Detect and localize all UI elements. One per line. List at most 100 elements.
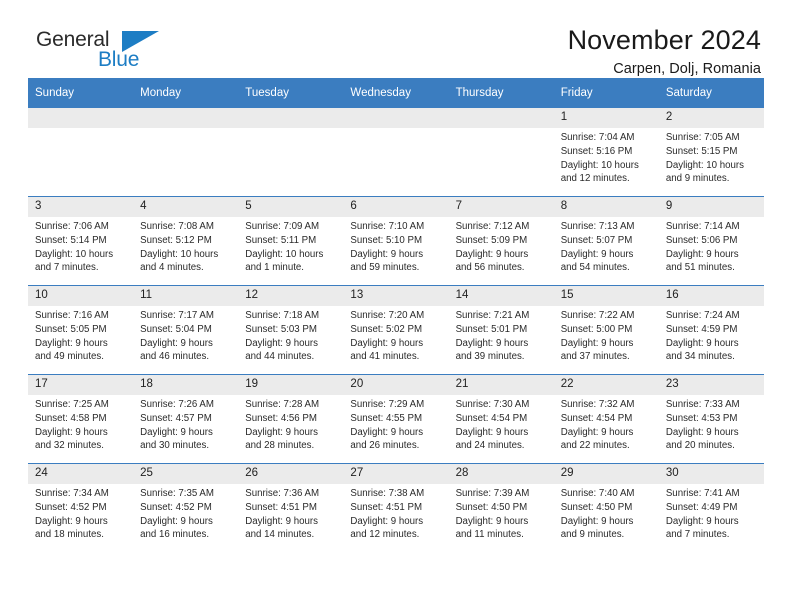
day-number: 19 bbox=[238, 375, 344, 395]
calendar-day-cell[interactable]: 12 Sunrise: 7:18 AM Sunset: 5:03 PM Dayligh… bbox=[238, 285, 344, 375]
day-number bbox=[343, 108, 449, 128]
day-number: 2 bbox=[658, 108, 764, 128]
calendar-day-cell[interactable]: 7 Sunrise: 7:12 AM Sunset: 5:09 PM Daylight… bbox=[448, 196, 554, 286]
calendar-day-cell[interactable]: 3 Sunrise: 7:06 AM Sunset: 5:14 PM Daylight… bbox=[28, 196, 134, 286]
day-number: 8 bbox=[553, 197, 659, 217]
calendar-day-cell[interactable]: 6 Sunrise: 7:10 AM Sunset: 5:10 PM Daylight… bbox=[343, 196, 449, 286]
calendar-day-cell[interactable]: 14 Sunrise: 7:21 AM Sunset: 5:01 PM Dayligh… bbox=[448, 285, 554, 375]
day-sun-details: Sunrise: 7:04 AM Sunset: 5:16 PM Daylight:… bbox=[554, 128, 659, 186]
day-sun-details: Sunrise: 7:09 AM Sunset: 5:11 PM Daylight:… bbox=[238, 217, 343, 275]
calendar-day-cell[interactable]: 24 Sunrise: 7:34 AM Sunset: 4:52 PM Dayligh… bbox=[28, 463, 134, 552]
day-detail-line: Daylight: 9 hours bbox=[140, 515, 213, 527]
calendar-day-cell[interactable]: 5 Sunrise: 7:09 AM Sunset: 5:11 PM Daylight… bbox=[238, 196, 344, 286]
day-detail-line: Sunset: 4:50 PM bbox=[455, 501, 528, 513]
day-detail-line: Sunset: 4:52 PM bbox=[35, 501, 107, 513]
day-detail-line: Sunset: 5:04 PM bbox=[140, 323, 212, 335]
calendar-day-cell[interactable]: 20 Sunrise: 7:29 AM Sunset: 4:55 PM Dayligh… bbox=[343, 374, 449, 464]
day-detail-line: Sunset: 5:15 PM bbox=[665, 145, 738, 157]
calendar-day-cell[interactable]: 13 Sunrise: 7:20 AM Sunset: 5:02 PM Dayligh… bbox=[343, 285, 449, 375]
calendar-day-cell[interactable]: 11 Sunrise: 7:17 AM Sunset: 5:04 PM Dayligh… bbox=[133, 285, 239, 375]
calendar-day-cell[interactable]: 10 Sunrise: 7:16 AM Sunset: 5:05 PM Dayligh… bbox=[28, 285, 134, 375]
day-sun-details: Sunrise: 7:10 AM Sunset: 5:10 PM Daylight:… bbox=[343, 217, 448, 275]
logo-text-blue: Blue bbox=[98, 48, 140, 71]
day-detail-line: Sunrise: 7:22 AM bbox=[560, 310, 635, 321]
day-detail-line: Daylight: 9 hours bbox=[560, 515, 634, 527]
calendar-day-cell[interactable]: 15 Sunrise: 7:22 AM Sunset: 5:00 PM Dayligh… bbox=[553, 285, 659, 375]
day-detail-line: Sunset: 5:02 PM bbox=[350, 323, 423, 335]
calendar-day-cell[interactable]: 21 Sunrise: 7:30 AM Sunset: 4:54 PM Dayligh… bbox=[448, 374, 554, 464]
calendar-day-cell[interactable]: 18 Sunrise: 7:26 AM Sunset: 4:57 PM Dayligh… bbox=[133, 374, 239, 464]
day-detail-line: Sunrise: 7:21 AM bbox=[455, 310, 530, 321]
calendar-day-cell[interactable]: 30 Sunrise: 7:41 AM Sunset: 4:49 PM Dayligh… bbox=[658, 463, 764, 552]
calendar-day-cell[interactable]: 4 Sunrise: 7:08 AM Sunset: 5:12 PM Daylight… bbox=[133, 196, 239, 286]
day-detail-line: Daylight: 9 hours bbox=[245, 337, 318, 349]
day-detail-line: and 18 minutes. bbox=[35, 529, 104, 541]
day-detail-line: Sunset: 4:53 PM bbox=[665, 412, 738, 424]
day-detail-line: and 14 minutes. bbox=[245, 529, 315, 541]
calendar-day-cell[interactable]: 28 Sunrise: 7:39 AM Sunset: 4:50 PM Dayligh… bbox=[448, 463, 554, 552]
calendar-day-cell[interactable]: 22 Sunrise: 7:32 AM Sunset: 4:54 PM Dayligh… bbox=[553, 374, 659, 464]
calendar-day-cell[interactable]: 25 Sunrise: 7:35 AM Sunset: 4:52 PM Dayligh… bbox=[133, 463, 239, 552]
day-number: 22 bbox=[553, 375, 659, 395]
day-detail-line: Daylight: 9 hours bbox=[140, 337, 213, 349]
calendar-day-cell[interactable]: 19 Sunrise: 7:28 AM Sunset: 4:56 PM Dayligh… bbox=[238, 374, 344, 464]
calendar-day-cell[interactable]: 27 Sunrise: 7:38 AM Sunset: 4:51 PM Dayligh… bbox=[343, 463, 449, 552]
day-number: 13 bbox=[343, 286, 449, 306]
calendar-day-cell[interactable]: 8 Sunrise: 7:13 AM Sunset: 5:07 PM Daylight… bbox=[553, 196, 659, 286]
calendar-day-cell[interactable]: 16 Sunrise: 7:24 AM Sunset: 4:59 PM Dayligh… bbox=[658, 285, 764, 375]
day-sun-details: Sunrise: 7:34 AM Sunset: 4:52 PM Daylight:… bbox=[28, 484, 133, 542]
day-detail-line: Sunset: 4:54 PM bbox=[560, 412, 633, 424]
calendar-day-cell[interactable]: 1 Sunrise: 7:04 AM Sunset: 5:16 PM Daylight… bbox=[553, 107, 659, 197]
day-detail-line: Daylight: 10 hours bbox=[560, 159, 639, 171]
day-detail-line: Daylight: 10 hours bbox=[245, 248, 324, 260]
day-detail-line: and 1 minute. bbox=[245, 262, 304, 274]
day-sun-details: Sunrise: 7:25 AM Sunset: 4:58 PM Daylight:… bbox=[28, 395, 133, 453]
day-detail-line: Sunset: 4:57 PM bbox=[140, 412, 212, 424]
day-detail-line: Daylight: 10 hours bbox=[35, 248, 114, 260]
calendar-day-cell[interactable]: 2 Sunrise: 7:05 AM Sunset: 5:15 PM Daylight… bbox=[658, 107, 764, 197]
day-detail-line: and 46 minutes. bbox=[140, 351, 210, 363]
day-detail-line: Daylight: 9 hours bbox=[455, 248, 529, 260]
day-number: 15 bbox=[553, 286, 659, 306]
day-detail-line: Sunrise: 7:41 AM bbox=[665, 488, 740, 499]
day-number: 10 bbox=[28, 286, 134, 306]
day-number: 25 bbox=[133, 464, 239, 484]
day-detail-line: and 32 minutes. bbox=[35, 440, 104, 452]
weekday-header-tuesday: Tuesday bbox=[238, 78, 344, 108]
day-detail-line: Daylight: 9 hours bbox=[665, 337, 739, 349]
day-detail-line: Sunrise: 7:08 AM bbox=[140, 221, 214, 232]
calendar-day-cell[interactable]: 26 Sunrise: 7:36 AM Sunset: 4:51 PM Dayligh… bbox=[238, 463, 344, 552]
day-sun-details: Sunrise: 7:26 AM Sunset: 4:57 PM Daylight:… bbox=[133, 395, 238, 453]
day-detail-line: Daylight: 9 hours bbox=[350, 248, 424, 260]
day-sun-details: Sunrise: 7:20 AM Sunset: 5:02 PM Daylight:… bbox=[343, 306, 448, 364]
day-detail-line: Daylight: 9 hours bbox=[665, 248, 739, 260]
day-detail-line: and 16 minutes. bbox=[140, 529, 210, 541]
day-detail-line: Sunset: 4:54 PM bbox=[455, 412, 528, 424]
weekday-header-monday: Monday bbox=[133, 78, 239, 108]
day-sun-details: Sunrise: 7:21 AM Sunset: 5:01 PM Daylight:… bbox=[449, 306, 554, 364]
day-detail-line: Sunset: 5:05 PM bbox=[35, 323, 107, 335]
day-detail-line: Daylight: 9 hours bbox=[455, 515, 529, 527]
day-detail-line: Sunrise: 7:39 AM bbox=[455, 488, 530, 499]
day-detail-line: Daylight: 9 hours bbox=[245, 426, 318, 438]
calendar-day-cell[interactable]: 9 Sunrise: 7:14 AM Sunset: 5:06 PM Daylight… bbox=[658, 196, 764, 286]
day-detail-line: and 12 minutes. bbox=[560, 173, 630, 185]
day-detail-line: and 30 minutes. bbox=[140, 440, 210, 452]
calendar-day-cell[interactable]: 29 Sunrise: 7:40 AM Sunset: 4:50 PM Dayligh… bbox=[553, 463, 659, 552]
general-blue-logo[interactable]: General Blue bbox=[36, 26, 164, 76]
day-detail-line: and 41 minutes. bbox=[350, 351, 420, 363]
day-detail-line: and 59 minutes. bbox=[350, 262, 420, 274]
calendar-day-cell[interactable]: 23 Sunrise: 7:33 AM Sunset: 4:53 PM Dayligh… bbox=[658, 374, 764, 464]
day-detail-line: Sunrise: 7:16 AM bbox=[35, 310, 109, 321]
calendar-header-row: Sunday Monday Tuesday Wednesday Thursday Frid… bbox=[28, 78, 764, 108]
day-sun-details: Sunrise: 7:38 AM Sunset: 4:51 PM Daylight:… bbox=[343, 484, 448, 542]
day-detail-line: Sunrise: 7:29 AM bbox=[350, 399, 425, 410]
day-number: 16 bbox=[658, 286, 764, 306]
day-detail-line: Sunset: 4:55 PM bbox=[350, 412, 423, 424]
day-detail-line: Sunrise: 7:33 AM bbox=[665, 399, 740, 410]
day-number: 3 bbox=[28, 197, 134, 217]
day-number bbox=[448, 108, 554, 128]
day-detail-line: Daylight: 9 hours bbox=[455, 337, 529, 349]
calendar-day-cell[interactable]: 17 Sunrise: 7:25 AM Sunset: 4:58 PM Dayligh… bbox=[28, 374, 134, 464]
day-detail-line: Daylight: 9 hours bbox=[350, 337, 424, 349]
